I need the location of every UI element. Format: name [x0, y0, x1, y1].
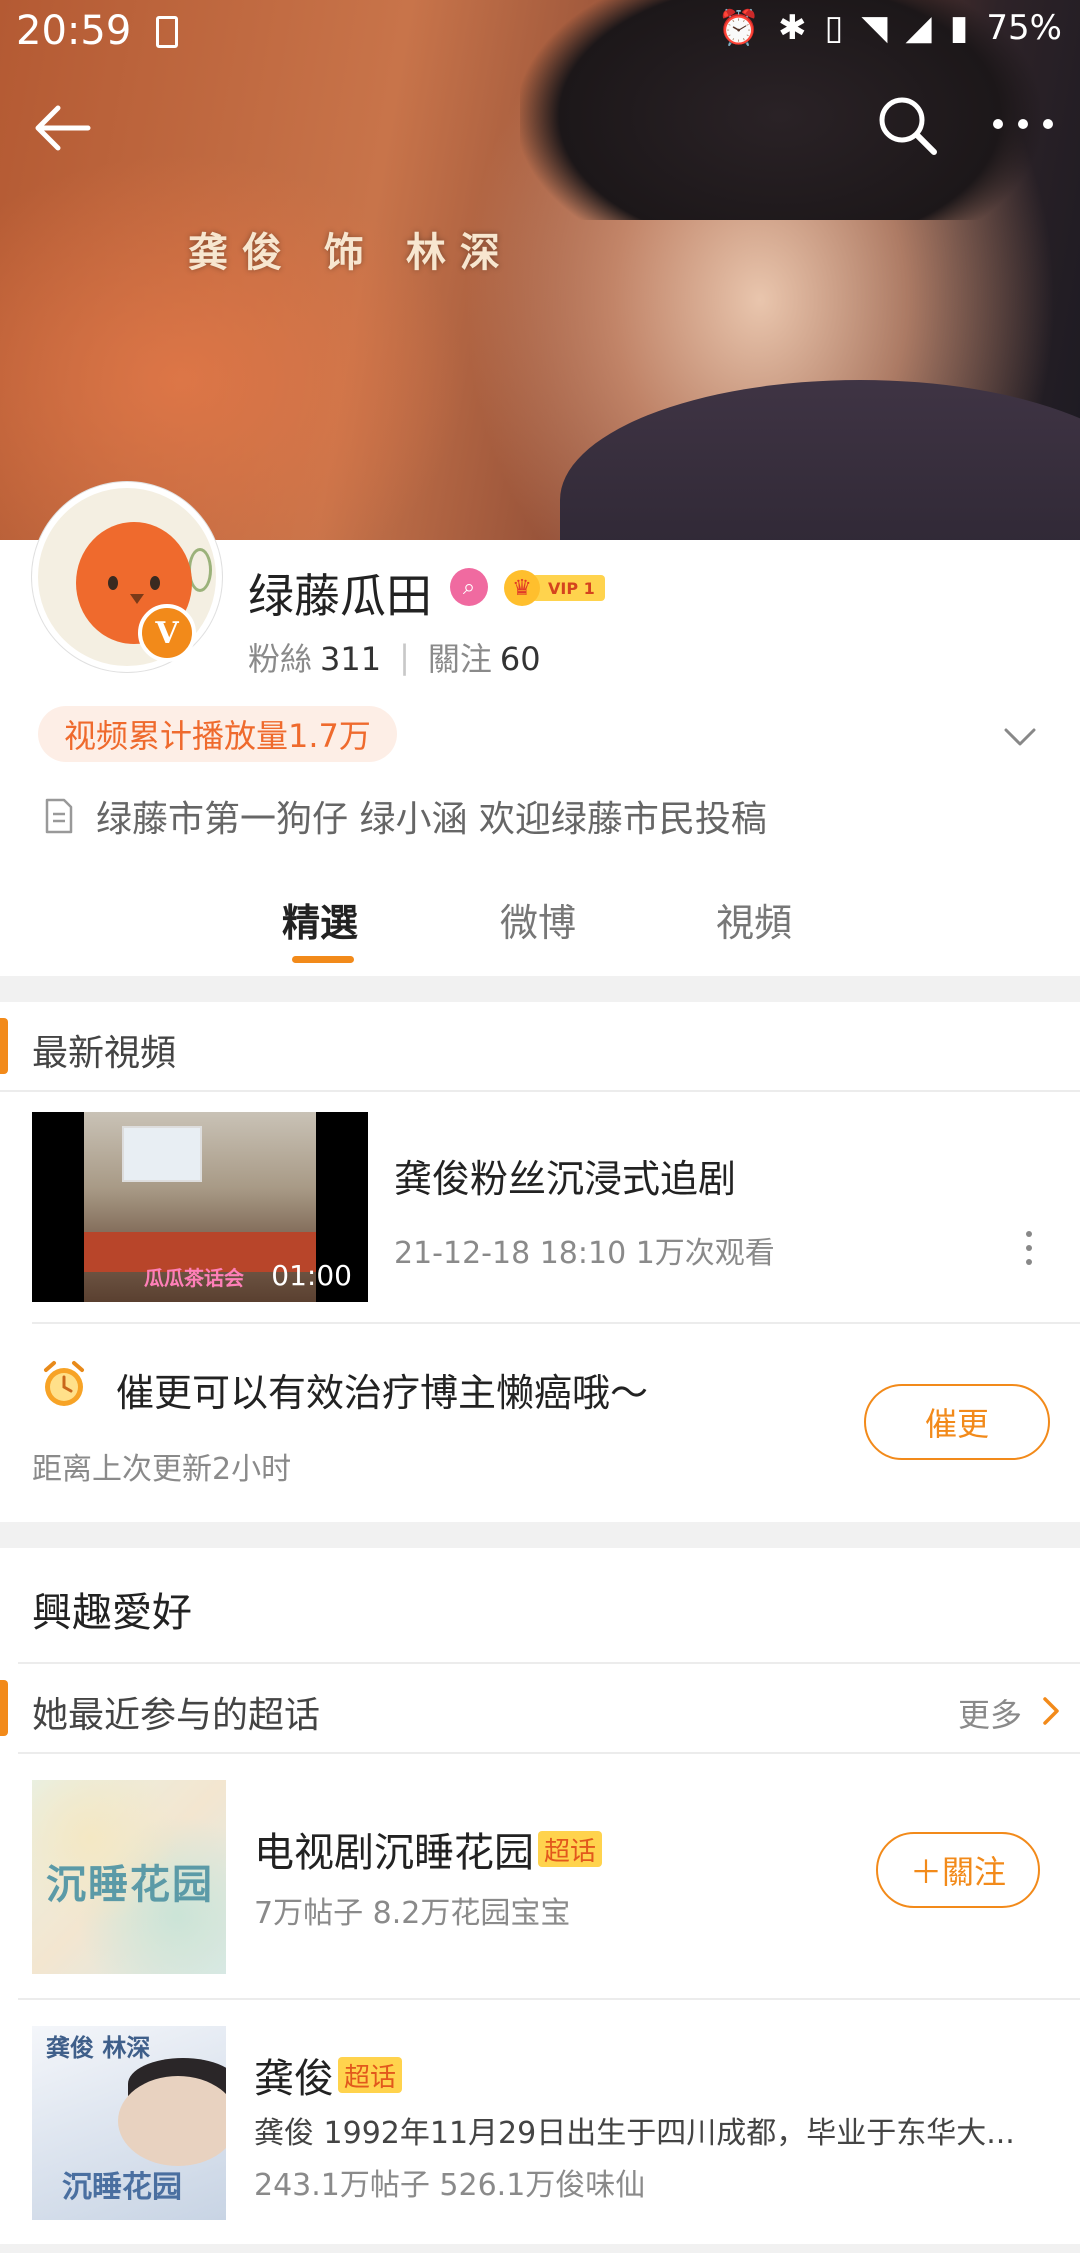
tab-featured[interactable]: 精選	[282, 892, 358, 947]
topic-image-title: 沉睡花园	[46, 1861, 214, 1908]
battery-icon: ▮	[949, 8, 969, 48]
topic-name-text: 龚俊	[254, 2056, 334, 2102]
section-gap	[0, 1522, 1080, 1548]
tab-weibo[interactable]: 微博	[500, 892, 576, 947]
thumbnail-screen	[122, 1126, 202, 1182]
divider	[18, 1752, 1080, 1754]
crown-icon: ♛	[504, 570, 540, 606]
topic-image-subtitle: 沉睡花园	[62, 2170, 182, 2205]
signal-icon: ◢	[905, 8, 932, 48]
tab-active-indicator	[292, 956, 354, 963]
urge-update-button[interactable]: 催更	[864, 1384, 1050, 1460]
fans-count: 311	[320, 640, 382, 678]
wifi-icon: ◥	[861, 8, 888, 48]
last-update-text: 距离上次更新2小时	[32, 1452, 292, 1487]
following-label: 關注	[427, 640, 492, 678]
thumbnail-caption: 瓜瓜茶话会	[144, 1266, 244, 1290]
supertopics-title: 她最近参与的超话	[32, 1695, 321, 1736]
topic-description: 龚俊 1992年11月29日出生于四川成都，毕业于东华大...	[254, 2116, 1015, 2151]
status-icons: ⏰ ✱ ▯ ◥ ◢ ▮ 75%	[718, 8, 1062, 48]
topic-name-text: 电视剧沉睡花园	[254, 1830, 534, 1876]
bio-text: 绿藤市第一狗仔 绿小涵 欢迎绿藤市民投稿	[96, 799, 767, 840]
divider	[18, 1998, 1080, 2000]
section-gap	[0, 976, 1080, 1002]
supertopic-tag: 超话	[538, 1831, 603, 1867]
interests-title: 興趣愛好	[32, 1590, 192, 1636]
section-accent-bar	[0, 1018, 8, 1074]
video-thumbnail[interactable]: 瓜瓜茶话会 01:00	[32, 1112, 368, 1302]
avatar-eye	[108, 576, 118, 590]
sim-icon	[156, 16, 178, 48]
video-meta: 21-12-18 18:10 1万次观看	[394, 1236, 775, 1271]
topic-meta: 7万帖子 8.2万花园宝宝	[254, 1896, 571, 1931]
more-options-icon[interactable]	[990, 104, 1056, 144]
chevron-down-icon[interactable]	[1000, 716, 1040, 756]
stats-separator: |	[399, 638, 410, 676]
topic-meta: 243.1万帖子 526.1万俊味仙	[254, 2168, 646, 2203]
follow-button[interactable]: ＋關注	[876, 1832, 1040, 1908]
vertical-more-icon[interactable]	[1014, 1228, 1044, 1268]
section-gap	[0, 2244, 1080, 2253]
cover-overlay-text: 龚俊 饰 林深	[188, 230, 514, 276]
avatar-beak	[130, 594, 144, 604]
topic-image-face	[118, 2076, 226, 2166]
vip-badge[interactable]: ♛ VIP 1	[504, 570, 605, 606]
chevron-right-icon[interactable]	[1040, 1694, 1062, 1728]
divider	[32, 1322, 1080, 1324]
alarm-clock-icon	[44, 1361, 84, 1406]
urge-prompt: 催更可以有效治疗博主懒癌哦～	[116, 1371, 649, 1415]
topic-image[interactable]: 龚俊 林深 沉睡花园	[32, 2026, 226, 2220]
divider	[0, 1090, 1080, 1092]
section-accent-bar	[0, 1680, 8, 1736]
status-bar: 20:59 ⏰ ✱ ▯ ◥ ◢ ▮ 75%	[0, 0, 1080, 64]
topic-image-title: 龚俊 林深	[46, 2034, 151, 2062]
video-duration: 01:00	[271, 1259, 352, 1292]
following-count: 60	[499, 640, 541, 678]
latest-videos-title: 最新視頻	[32, 1033, 177, 1074]
supertopic-tag: 超话	[338, 2057, 403, 2093]
vip-level: VIP 1	[532, 575, 605, 601]
verified-badge-icon: V	[138, 604, 196, 662]
profile-cover-image[interactable]: 龚俊 饰 林深	[0, 0, 1080, 540]
cover-photo-shoulder	[560, 380, 1080, 540]
profile-name: 绿藤瓜田	[248, 569, 432, 623]
vibrate-icon: ▯	[824, 8, 844, 48]
battery-percent: 75%	[986, 8, 1062, 48]
video-title[interactable]: 龚俊粉丝沉浸式追剧	[394, 1148, 736, 1203]
profile-tabs: 精選 微博 視頻	[0, 880, 1080, 976]
profile-stats: 粉絲 311 | 關注 60	[248, 634, 541, 680]
bluetooth-icon: ✱	[778, 8, 807, 48]
topic-name[interactable]: 龚俊 超话	[254, 2046, 403, 2104]
document-icon	[45, 798, 73, 834]
play-count-badge[interactable]: 视频累计播放量1.7万	[38, 706, 397, 762]
status-time: 20:59	[16, 8, 132, 54]
following-link[interactable]: 關注 60	[428, 634, 541, 680]
search-icon[interactable]	[872, 90, 944, 162]
topic-image[interactable]: 沉睡花园	[32, 1780, 226, 1974]
more-link[interactable]: 更多	[958, 1690, 1022, 1736]
tab-videos[interactable]: 視頻	[716, 892, 792, 947]
fans-label: 粉絲	[248, 640, 313, 678]
divider	[18, 1662, 1080, 1664]
alarm-icon: ⏰	[717, 8, 761, 48]
profile-bio: 绿藤市第一狗仔 绿小涵 欢迎绿藤市民投稿	[44, 790, 767, 842]
back-arrow-icon[interactable]	[30, 96, 94, 160]
fan-badge-icon[interactable]: ⌕	[450, 568, 488, 606]
fans-link[interactable]: 粉絲 311	[248, 634, 381, 680]
avatar-eye	[150, 576, 160, 590]
topic-name[interactable]: 电视剧沉睡花园 超话	[254, 1820, 603, 1878]
